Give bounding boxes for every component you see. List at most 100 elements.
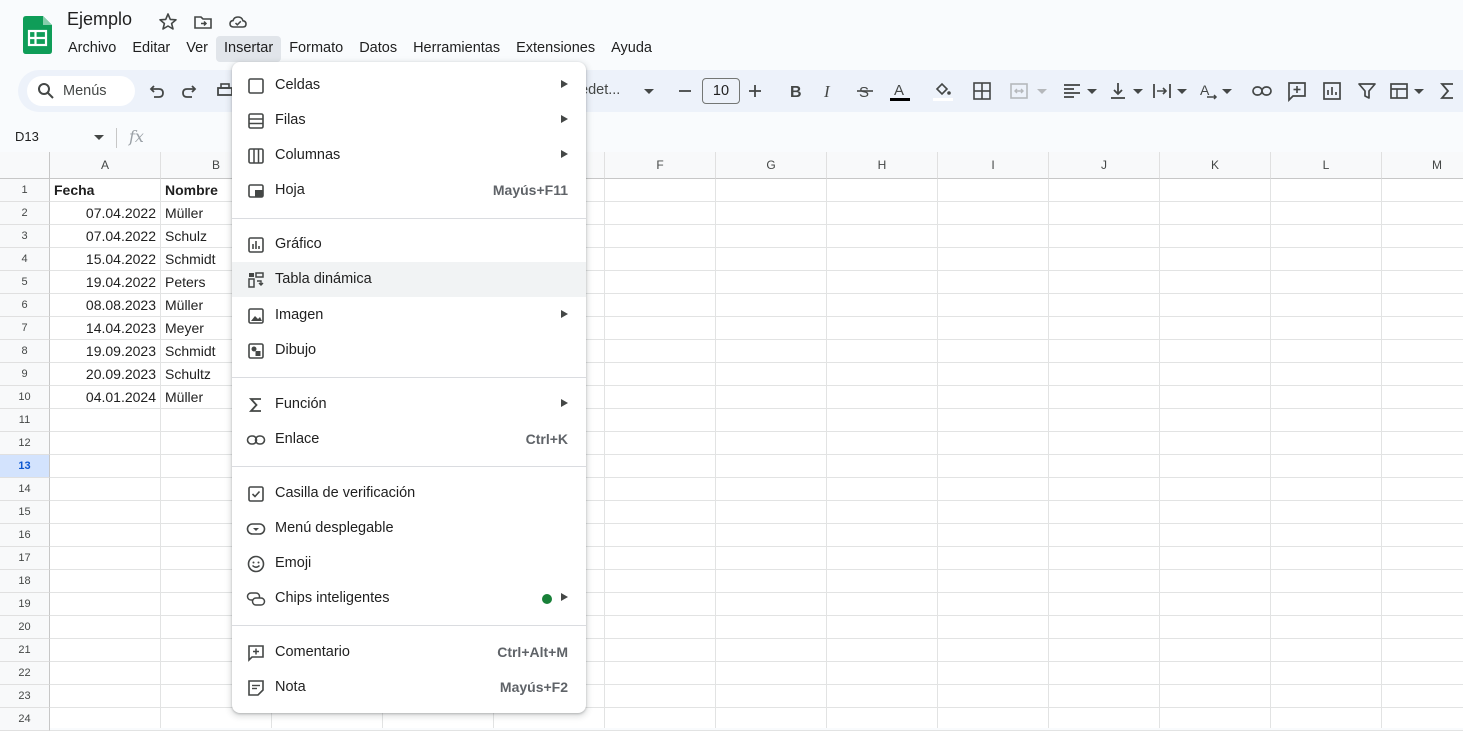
table-cell[interactable]: 19.09.2023 [50, 340, 160, 363]
column-header[interactable]: A [50, 152, 161, 179]
table-cell[interactable]: 04.01.2024 [50, 386, 160, 409]
increase-font-size-icon[interactable] [744, 80, 766, 102]
insert-sheet-item[interactable]: Hoja Mayús+F11 [232, 173, 586, 208]
table-cell[interactable]: 14.04.2023 [50, 317, 160, 340]
text-wrap-icon[interactable] [1151, 80, 1173, 102]
insert-link-icon[interactable] [1251, 80, 1273, 102]
row-header[interactable]: 11 [0, 409, 50, 432]
wrap-dropdown-icon[interactable] [1171, 80, 1193, 102]
insert-rows-item[interactable]: Filas [232, 103, 586, 138]
table-cell[interactable]: 20.09.2023 [50, 363, 160, 386]
insert-link-item[interactable]: Enlace Ctrl+K [232, 422, 586, 457]
chevron-down-icon[interactable] [638, 80, 660, 102]
row-header[interactable]: 17 [0, 547, 50, 570]
insert-columns-item[interactable]: Columnas [232, 138, 586, 173]
row-header[interactable]: 1 [0, 179, 50, 202]
row-header[interactable]: 12 [0, 432, 50, 455]
google-sheets-logo[interactable] [23, 16, 52, 54]
font-size-input[interactable]: 10 [702, 78, 740, 104]
column-header[interactable]: K [1160, 152, 1271, 179]
row-header[interactable]: 2 [0, 202, 50, 225]
italic-icon[interactable]: I [818, 80, 840, 102]
row-header[interactable]: 9 [0, 363, 50, 386]
select-all-corner[interactable] [0, 152, 50, 179]
decrease-font-size-icon[interactable] [674, 80, 696, 102]
table-cell[interactable]: 07.04.2022 [50, 225, 160, 248]
views-dropdown-icon[interactable] [1408, 80, 1430, 102]
row-header[interactable]: 10 [0, 386, 50, 409]
table-cell[interactable]: Fecha [50, 179, 160, 202]
menu-archivo[interactable]: Archivo [60, 36, 124, 62]
redo-icon[interactable] [179, 80, 201, 102]
rotation-dropdown-icon[interactable] [1216, 80, 1238, 102]
row-header[interactable]: 7 [0, 317, 50, 340]
column-header[interactable]: H [827, 152, 938, 179]
insert-dropdown-item[interactable]: Menú desplegable [232, 511, 586, 546]
spreadsheet-grid[interactable]: ABCDEFGHIJKLM 12345678910111213141516171… [0, 152, 1463, 731]
table-cell[interactable]: 08.08.2023 [50, 294, 160, 317]
column-header[interactable]: F [605, 152, 716, 179]
column-header[interactable]: I [938, 152, 1049, 179]
insert-drawing-item[interactable]: Dibujo [232, 333, 586, 368]
namebox-chevron-icon[interactable] [92, 130, 106, 144]
insert-checkbox-item[interactable]: Casilla de verificación [232, 476, 586, 511]
row-header[interactable]: 4 [0, 248, 50, 271]
menu-editar[interactable]: Editar [124, 36, 178, 62]
insert-cells-item[interactable]: Celdas [232, 68, 586, 103]
menu-insertar[interactable]: Insertar [216, 36, 282, 62]
column-header[interactable]: J [1049, 152, 1160, 179]
merge-dropdown-icon[interactable] [1031, 80, 1053, 102]
fill-color-icon[interactable] [932, 80, 954, 102]
row-header[interactable]: 20 [0, 616, 50, 639]
strikethrough-icon[interactable]: S [854, 80, 876, 102]
row-header[interactable]: 15 [0, 501, 50, 524]
menu-extensiones[interactable]: Extensiones [508, 36, 603, 62]
insert-note-item[interactable]: Nota Mayús+F2 [232, 670, 586, 705]
merge-cells-icon[interactable] [1008, 80, 1030, 102]
table-views-icon[interactable] [1388, 80, 1410, 102]
insert-emoji-item[interactable]: Emoji [232, 546, 586, 581]
menu-ver[interactable]: Ver [178, 36, 216, 62]
row-header[interactable]: 8 [0, 340, 50, 363]
filter-icon[interactable] [1356, 80, 1378, 102]
borders-icon[interactable] [971, 80, 993, 102]
cloud-status-icon[interactable] [228, 12, 248, 32]
move-to-folder-icon[interactable] [193, 12, 213, 32]
align-dropdown-icon[interactable] [1081, 80, 1103, 102]
insert-chart-icon[interactable] [1321, 80, 1343, 102]
document-title[interactable]: Ejemplo [67, 9, 132, 30]
row-header[interactable]: 16 [0, 524, 50, 547]
insert-image-item[interactable]: Imagen [232, 298, 586, 333]
row-header[interactable]: 6 [0, 294, 50, 317]
insert-comment-item[interactable]: Comentario Ctrl+Alt+M [232, 635, 586, 670]
column-header[interactable]: L [1271, 152, 1382, 179]
insert-comment-icon[interactable] [1286, 80, 1308, 102]
row-header[interactable]: 13 [0, 455, 50, 478]
text-color-icon[interactable]: A [889, 80, 911, 102]
menu-datos[interactable]: Datos [351, 36, 405, 62]
functions-sigma-icon[interactable] [1437, 80, 1459, 102]
menu-ayuda[interactable]: Ayuda [603, 36, 660, 62]
table-cell[interactable]: 07.04.2022 [50, 202, 160, 225]
insert-pivot-table-item[interactable]: Tabla dinámica [232, 262, 586, 297]
vertical-align-icon[interactable] [1107, 80, 1129, 102]
row-header[interactable]: 21 [0, 639, 50, 662]
row-header[interactable]: 23 [0, 685, 50, 708]
menu-herramientas[interactable]: Herramientas [405, 36, 508, 62]
row-header[interactable]: 18 [0, 570, 50, 593]
bold-icon[interactable]: B [784, 80, 806, 102]
star-icon[interactable] [158, 12, 178, 32]
column-header[interactable]: M [1382, 152, 1463, 179]
row-header[interactable]: 22 [0, 662, 50, 685]
column-header[interactable]: G [716, 152, 827, 179]
undo-icon[interactable] [145, 80, 167, 102]
row-header[interactable]: 5 [0, 271, 50, 294]
menu-formato[interactable]: Formato [281, 36, 351, 62]
insert-function-item[interactable]: Función [232, 387, 586, 422]
table-cell[interactable]: 15.04.2022 [50, 248, 160, 271]
menus-search-box[interactable]: Menús [27, 76, 135, 106]
horizontal-align-icon[interactable] [1061, 80, 1083, 102]
valign-dropdown-icon[interactable] [1127, 80, 1149, 102]
insert-chart-item[interactable]: Gráfico [232, 227, 586, 262]
row-header[interactable]: 19 [0, 593, 50, 616]
